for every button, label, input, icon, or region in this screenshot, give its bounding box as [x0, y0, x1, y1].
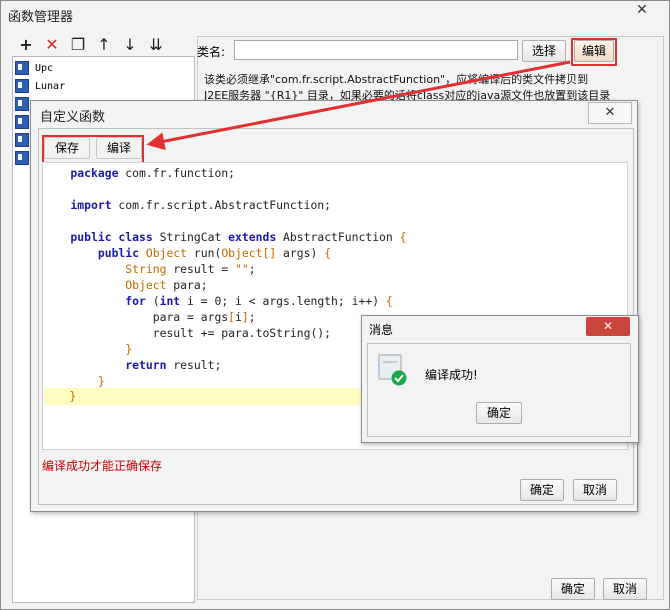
list-item-label: Upc [35, 63, 54, 74]
code-line: Object para; [125, 278, 208, 292]
function-toolbar: + ✕ ❐ ↑ ↓ ⇊ [12, 34, 192, 56]
select-button[interactable]: 选择 [522, 40, 566, 62]
save-compile-highlight-box [42, 135, 144, 165]
code-line: import com.fr.script.AbstractFunction; [43, 198, 332, 212]
code-line: package com.fr.function; [43, 166, 236, 180]
close-icon[interactable]: ✕ [586, 317, 630, 336]
list-item[interactable]: Lunar [15, 78, 185, 96]
function-file-icon [15, 61, 29, 75]
copy-icon[interactable]: ❐ [68, 34, 88, 56]
function-file-icon [15, 79, 29, 93]
close-icon[interactable]: ✕ [588, 102, 632, 124]
class-name-input[interactable] [234, 40, 518, 60]
dialog-title: 自定义函数 [40, 110, 106, 125]
delete-icon[interactable]: ✕ [42, 34, 62, 56]
close-icon[interactable]: ✕ [620, 1, 664, 19]
cancel-button[interactable]: 取消 [603, 578, 647, 600]
message-title: 消息 [369, 323, 394, 337]
code-line: for (int i = 0; i < args.length; i++) { [43, 294, 393, 308]
up-arrow-icon[interactable]: ↑ [94, 34, 114, 56]
ok-button[interactable]: 确定 [551, 578, 595, 600]
function-file-icon [15, 151, 29, 165]
window-title: 函数管理器 [8, 10, 74, 25]
code-line: } [43, 342, 133, 356]
list-item-label: Lunar [35, 81, 66, 92]
compile-note: 编译成功才能正确保存 [42, 459, 163, 473]
code-line: para = args[i]; [43, 310, 256, 324]
code-line: result += para.toString(); [43, 326, 332, 340]
list-item[interactable]: Upc [15, 60, 185, 78]
ok-button[interactable]: 确定 [520, 479, 564, 501]
code-line: return result; [43, 358, 222, 372]
current-line-highlight [44, 388, 374, 405]
cancel-button[interactable]: 取消 [573, 479, 617, 501]
code-line: public Object run(Object[] args) { [43, 246, 332, 260]
sort-icon[interactable]: ⇊ [146, 34, 166, 56]
ok-button[interactable]: 确定 [476, 402, 522, 424]
success-icon [378, 354, 408, 386]
add-icon[interactable]: + [16, 34, 36, 56]
code-line: } [42, 389, 77, 403]
function-file-icon [15, 115, 29, 129]
down-arrow-icon[interactable]: ↓ [120, 34, 140, 56]
message-text: 编译成功! [425, 368, 478, 382]
code-line: } [43, 374, 105, 388]
edit-highlight-box [571, 38, 617, 66]
function-file-icon [15, 133, 29, 147]
code-line: String result = ""; [125, 262, 256, 276]
function-file-icon [15, 97, 29, 111]
code-line: public class StringCat extends AbstractF… [43, 230, 407, 244]
class-name-label: 类名: [197, 45, 226, 59]
